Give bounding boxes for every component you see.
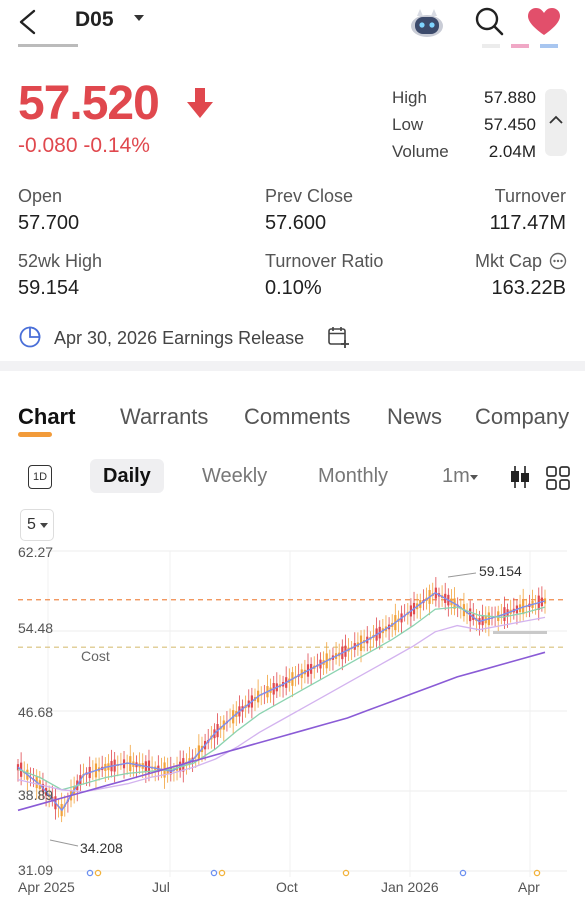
x-tick-label: Apr — [518, 879, 540, 895]
tab-company[interactable]: Company — [475, 404, 569, 430]
ma-line — [17, 651, 546, 812]
partially-hidden-strip — [0, 44, 585, 54]
change-percent: -0.14% — [83, 134, 150, 157]
candlestick-type-icon[interactable] — [508, 464, 532, 490]
volume-value: 2.04M — [488, 142, 536, 161]
collapse-button[interactable] — [545, 89, 567, 156]
tab-news[interactable]: News — [387, 404, 442, 430]
robot-assistant-icon[interactable] — [408, 4, 446, 40]
52wk-high-value: 59.154 — [18, 277, 80, 299]
low-value: 57.450 — [484, 115, 536, 134]
x-tick-label: Jul — [152, 879, 170, 895]
52wk-high-label: 52wk High — [18, 251, 103, 271]
chevron-down-icon[interactable] — [134, 15, 144, 21]
turnover-ratio-value: 0.10% — [265, 277, 322, 299]
favorite-heart-icon[interactable] — [527, 7, 561, 37]
grid-layout-icon[interactable] — [545, 465, 571, 491]
earnings-release[interactable]: Apr 30, 2026 Earnings Release — [54, 328, 304, 349]
price-chart[interactable] — [0, 540, 585, 914]
section-divider — [0, 361, 585, 371]
low-label: Low — [392, 115, 424, 134]
high-value: 57.880 — [484, 88, 536, 107]
price-change: -0.080 -0.14% — [18, 134, 150, 158]
y-tick-label: 62.27 — [18, 544, 54, 560]
tab-warrants[interactable]: Warrants — [120, 404, 208, 430]
x-tick-label: Oct — [276, 879, 298, 895]
pie-chart-icon — [19, 326, 41, 348]
y-tick-label: 31.09 — [18, 862, 54, 878]
ma-select[interactable]: 5 — [20, 509, 54, 541]
x-tick-label: Apr 2025 — [18, 879, 75, 895]
period-daily[interactable]: Daily — [103, 465, 151, 488]
y-tick-label: 46.68 — [18, 704, 54, 720]
turnover-value: 117.47M — [489, 212, 566, 234]
ticker-symbol[interactable]: D05 — [75, 8, 114, 32]
intraday-button[interactable]: 1D — [28, 465, 52, 489]
period-monthly[interactable]: Monthly — [318, 465, 388, 488]
period-weekly[interactable]: Weekly — [202, 465, 267, 488]
back-icon[interactable] — [16, 9, 38, 35]
more-info-icon[interactable] — [549, 252, 567, 270]
period-more[interactable]: 1m — [442, 465, 470, 488]
tab-comments[interactable]: Comments — [244, 404, 350, 430]
open-label: Open — [18, 186, 63, 206]
active-tab-indicator — [18, 432, 52, 437]
prev-close-label: Prev Close — [265, 186, 354, 206]
y-tick-label: 54.48 — [18, 620, 54, 636]
open-value: 57.700 — [18, 212, 80, 234]
y-tick-label: 38.89 — [18, 787, 54, 803]
current-range-marker — [493, 631, 547, 634]
x-tick-label: Jan 2026 — [381, 879, 439, 895]
high-annotation: 59.154 — [479, 563, 522, 579]
arrow-down-icon — [187, 88, 213, 118]
chevron-up-icon — [549, 115, 563, 124]
mkt-cap-label: Mkt Cap — [474, 251, 542, 271]
turnover-label: Turnover — [494, 186, 566, 206]
ma-line — [17, 606, 546, 791]
cost-label: Cost — [81, 648, 110, 664]
chevron-down-icon — [40, 523, 48, 528]
low-annotation: 34.208 — [80, 840, 123, 856]
ma-select-value: 5 — [27, 516, 36, 533]
change-value: -0.080 — [18, 134, 78, 157]
tab-chart[interactable]: Chart — [18, 404, 75, 430]
search-icon[interactable] — [474, 6, 506, 38]
mkt-cap-value: 163.22B — [491, 277, 566, 299]
prev-close-value: 57.600 — [265, 212, 327, 234]
low-leader-line — [49, 839, 79, 847]
add-calendar-icon[interactable] — [326, 325, 350, 349]
high-leader-line — [447, 572, 477, 578]
high-label: High — [392, 88, 427, 107]
chevron-down-icon — [470, 475, 478, 480]
volume-label: Volume — [392, 142, 449, 161]
top-bar: D05 — [0, 0, 585, 44]
turnover-ratio-label: Turnover Ratio — [265, 251, 384, 271]
last-price: 57.520 — [18, 77, 160, 130]
